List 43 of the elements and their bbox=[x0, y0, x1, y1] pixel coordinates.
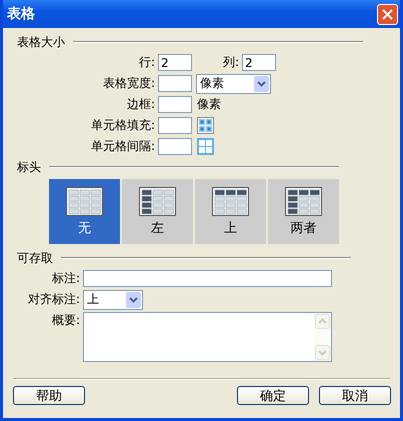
unit-dropdown[interactable]: 像素 bbox=[196, 74, 271, 94]
close-button[interactable] bbox=[377, 4, 398, 24]
scroll-up-icon bbox=[315, 314, 330, 329]
header-option[interactable]: 两者 bbox=[268, 179, 339, 244]
rows-field[interactable]: 2 bbox=[158, 54, 192, 71]
scroll-down-icon bbox=[315, 345, 330, 360]
field-label: 表格宽度: bbox=[102, 75, 156, 92]
table-icon bbox=[66, 186, 103, 216]
ok-button[interactable]: 确定 bbox=[237, 386, 309, 405]
summary-field[interactable] bbox=[83, 312, 332, 362]
table-icon bbox=[139, 186, 176, 216]
field-label: 列: bbox=[222, 54, 240, 71]
window-title: 表格 bbox=[7, 5, 35, 23]
section-heading: 标头 bbox=[17, 158, 41, 176]
section-heading: 表格大小 bbox=[17, 34, 65, 50]
border-field[interactable] bbox=[158, 96, 192, 113]
align-caption-dropdown[interactable]: 上 bbox=[83, 290, 143, 310]
width-field[interactable] bbox=[158, 75, 192, 92]
header-option[interactable]: 上 bbox=[195, 179, 266, 244]
table-icon bbox=[285, 186, 322, 216]
cancel-button[interactable]: 取消 bbox=[319, 386, 391, 405]
field-label: 单元格填充: bbox=[90, 117, 156, 134]
chevron-down-icon bbox=[129, 296, 138, 302]
close-icon bbox=[382, 8, 393, 20]
help-button[interactable]: 帮助 bbox=[13, 386, 85, 405]
columns-field[interactable]: 2 bbox=[242, 54, 276, 71]
cell-padding-field[interactable] bbox=[158, 117, 192, 134]
field-label: 边框: bbox=[126, 96, 156, 113]
cell-spacing-icon bbox=[197, 138, 214, 155]
field-label: 行: bbox=[138, 54, 156, 71]
unit-label: 像素 bbox=[197, 96, 221, 113]
field-label: 单元格间隔: bbox=[90, 138, 156, 155]
chevron-down-icon bbox=[257, 80, 266, 86]
cell-spacing-field[interactable] bbox=[158, 138, 192, 155]
field-label: 概要: bbox=[50, 312, 81, 329]
field-label: 对齐标注: bbox=[26, 291, 81, 308]
header-option[interactable]: 无 bbox=[49, 179, 120, 244]
header-option[interactable]: 左 bbox=[122, 179, 193, 244]
section-heading: 可存取 bbox=[17, 250, 53, 266]
caption-field[interactable] bbox=[83, 270, 332, 287]
field-label: 标注: bbox=[50, 270, 81, 287]
cell-padding-icon bbox=[197, 117, 214, 134]
table-icon bbox=[212, 186, 249, 216]
